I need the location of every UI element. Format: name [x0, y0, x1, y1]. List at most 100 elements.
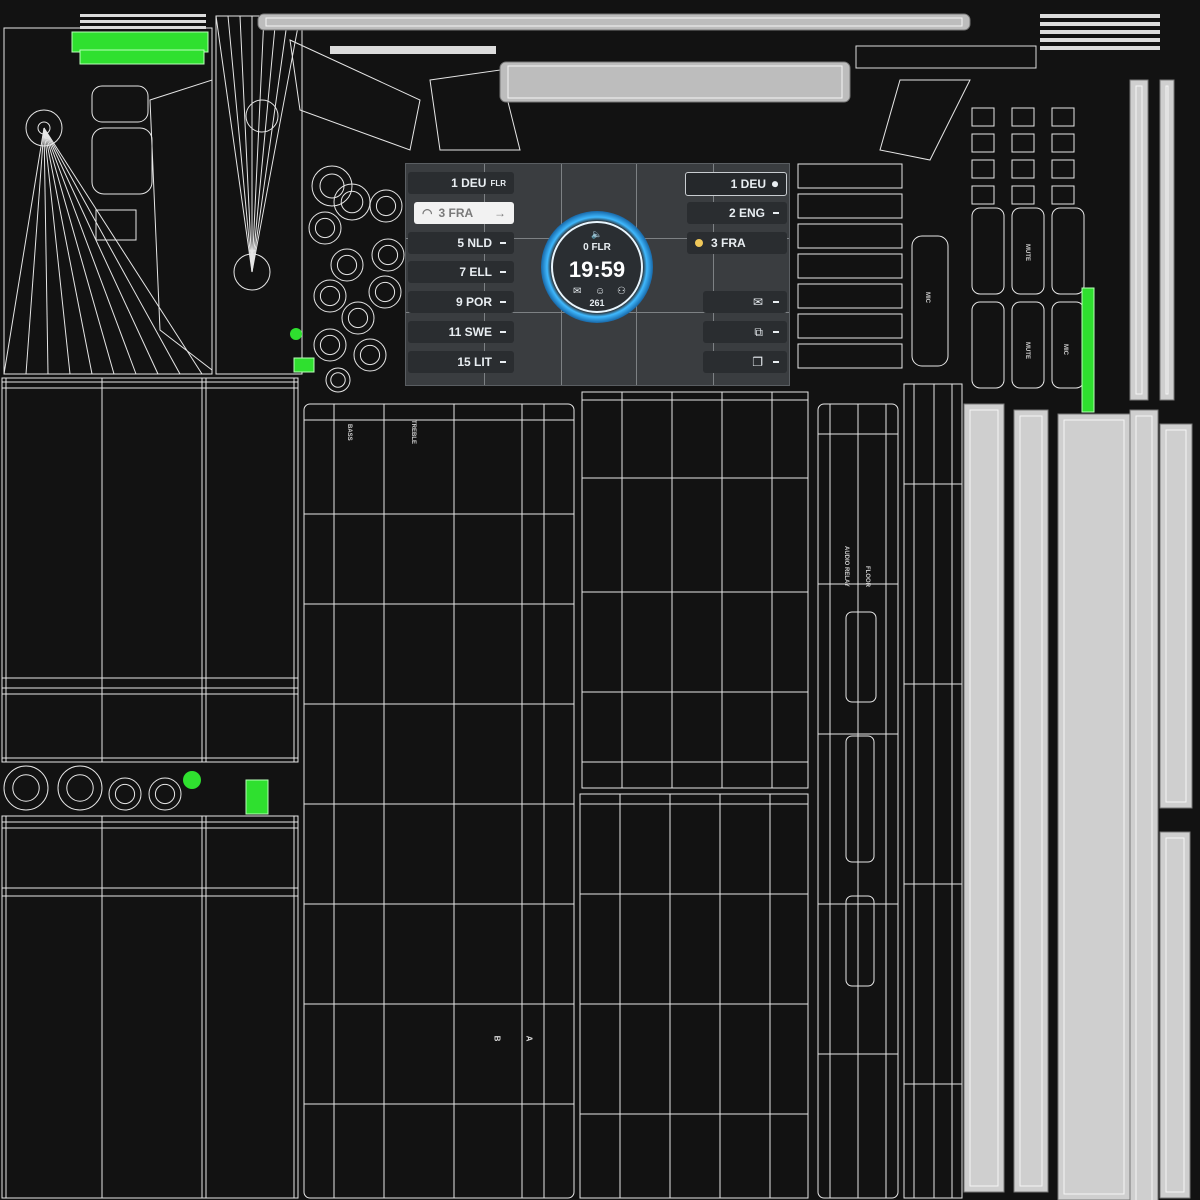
lang-button-swe[interactable]: 11 SWE [408, 321, 514, 343]
thin-bar [80, 26, 206, 29]
arrow-icon: → [494, 206, 506, 220]
dash-icon [773, 212, 779, 214]
thin-bar [80, 20, 206, 23]
uv-island-top-left [3, 27, 213, 375]
lang-button-deu[interactable]: 1 DEU FLR [408, 172, 514, 194]
grey-strip [1159, 79, 1175, 401]
knob-circle [57, 765, 103, 811]
tile [1011, 159, 1035, 179]
wire-line [43, 127, 137, 375]
green-highlight [183, 771, 201, 789]
lang-label: 7 ELL [459, 265, 492, 279]
lang-button-por[interactable]: 9 POR [408, 291, 514, 313]
lang-label: 9 POR [455, 295, 492, 309]
hub-circle [245, 99, 279, 133]
mail-icon: ✉ [752, 295, 763, 309]
clock-time: 19:59 [568, 257, 626, 282]
tile [1011, 185, 1035, 205]
uv-knob [95, 209, 137, 241]
green-highlight [1081, 287, 1095, 413]
mail-button[interactable]: ✉ [703, 291, 787, 313]
thin-bar [1040, 14, 1160, 18]
lang-button-fra-right[interactable]: 3 FRA [687, 232, 787, 254]
grey-strip [1057, 413, 1131, 1200]
knob-circle [359, 344, 381, 366]
wire-line [43, 127, 181, 375]
lang-button-nld[interactable]: 5 NLD [408, 232, 514, 254]
tile-row [797, 283, 903, 309]
tile-row [797, 343, 903, 369]
green-highlight [71, 31, 209, 53]
tile [971, 185, 995, 205]
user-icon: ☺ [595, 286, 606, 297]
grey-strip [1013, 409, 1049, 1193]
tile-tall [971, 207, 1005, 295]
thin-bar [1040, 22, 1160, 26]
participant-count: 261 [589, 298, 605, 308]
slot [845, 895, 875, 987]
dash-icon [500, 331, 506, 333]
knob-circle [154, 783, 176, 805]
knob-circle [368, 275, 402, 309]
tile [971, 133, 995, 153]
signal-icon: ⚇ [617, 286, 626, 297]
dash-icon [500, 301, 506, 303]
tile [1051, 159, 1075, 179]
tile [1051, 133, 1075, 153]
wire-line [251, 15, 289, 273]
wire-line [43, 127, 159, 375]
lang-label: 3 FRA [711, 236, 746, 250]
thin-bar [1040, 38, 1160, 42]
treble-label: TREBLE [410, 420, 416, 444]
knob-circle [319, 334, 341, 356]
tile-tall [971, 301, 1005, 389]
wire-line [251, 15, 265, 273]
dash-icon [500, 271, 506, 273]
uv-island-mid-bottom [579, 793, 809, 1199]
dash-icon [500, 242, 506, 244]
dash-icon [773, 301, 779, 303]
lang-button-eng[interactable]: 2 ENG [687, 202, 787, 224]
knob-circle [336, 254, 358, 276]
thin-bar [80, 14, 206, 17]
green-highlight [290, 328, 302, 340]
knob-circle [66, 774, 94, 802]
uv-poly [879, 79, 971, 161]
knob-circle [371, 238, 405, 272]
green-highlight [79, 49, 205, 65]
tile-row [797, 193, 903, 219]
wire-line [251, 15, 277, 273]
lang-button-fra-selected[interactable]: ◠ 3 FRA → [414, 202, 514, 224]
uv-poly [149, 79, 213, 372]
uv-island-left-bottom [1, 815, 299, 1199]
tile [1051, 107, 1075, 127]
knob-circle [308, 211, 342, 245]
knob-circle [3, 765, 49, 811]
lang-button-ell[interactable]: 7 ELL [408, 261, 514, 283]
floor-tag: FLR [490, 178, 506, 188]
grey-strip [1159, 423, 1193, 809]
mail-icon: ✉ [573, 286, 582, 297]
floor-readout: 0 FLR [583, 242, 611, 253]
grey-bar [257, 13, 971, 31]
grey-strip [1129, 79, 1149, 401]
copy-button[interactable]: ❐ [703, 351, 787, 373]
knob-circle [313, 279, 347, 313]
uv-knob [91, 85, 149, 123]
knob-circle [325, 367, 351, 393]
lang-label: 11 SWE [448, 325, 492, 339]
share-button[interactable]: ⧉ [703, 321, 787, 343]
green-highlight [293, 357, 315, 373]
knob-circle [374, 281, 396, 303]
mic-icon: ⏺ [771, 176, 778, 191]
uv-knob [91, 127, 153, 195]
clock-face: 🔈 0 FLR 19:59 ✉ ☺ ⚇ 261 [551, 221, 643, 313]
lang-button-deu-right[interactable]: 1 DEU ⏺ [685, 172, 787, 196]
wire-line [239, 15, 253, 273]
tile-row [797, 313, 903, 339]
knob-circle [377, 244, 399, 266]
lang-button-lit[interactable]: 15 LIT [408, 351, 514, 373]
grey-strip [1129, 409, 1159, 1200]
wire-line [3, 127, 45, 375]
lang-label: 2 ENG [728, 206, 765, 220]
